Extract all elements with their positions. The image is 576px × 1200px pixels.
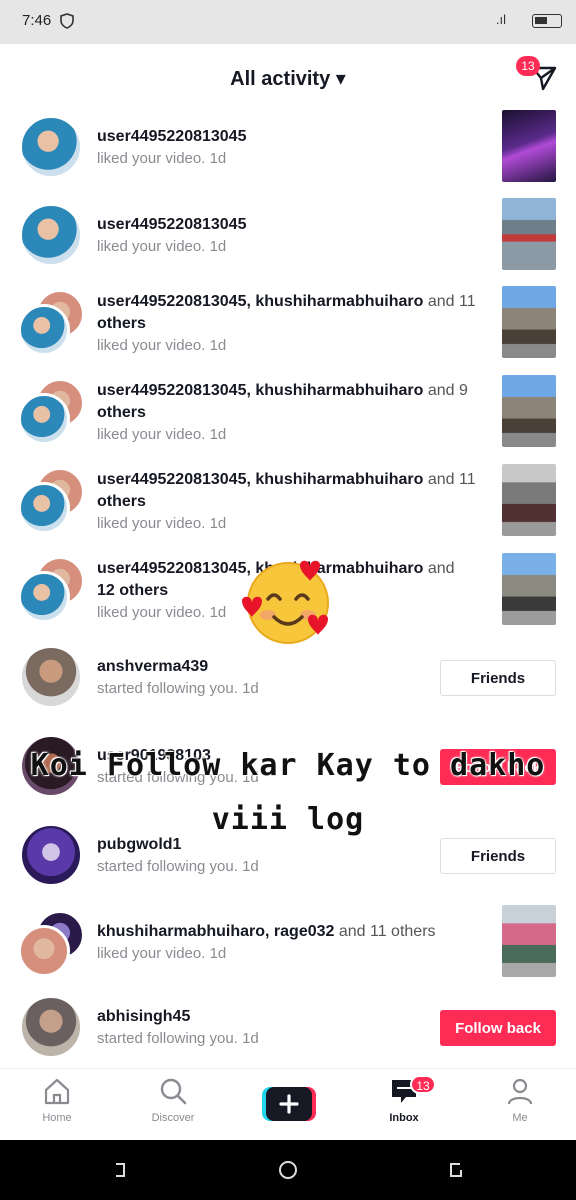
action-text: started following you.	[97, 858, 238, 875]
nav-me-label: Me	[512, 1112, 528, 1124]
dm-badge: 13	[516, 56, 540, 76]
status-bar: 7:46 .ıl	[0, 0, 576, 44]
action-text: liked your video.	[97, 426, 206, 443]
action-text: liked your video.	[97, 150, 206, 167]
overlay-caption-line2: viii log	[211, 802, 365, 837]
avatar[interactable]	[20, 116, 82, 178]
list-item[interactable]: user4495220813045 liked your video. 1d	[0, 110, 576, 198]
time-ago: 1d	[209, 337, 227, 354]
nav-home[interactable]: Home	[17, 1077, 97, 1124]
username[interactable]: khushiharmabhuiharo, rage032	[97, 923, 334, 940]
time-ago: 1d	[209, 150, 227, 167]
action-text: liked your video.	[97, 604, 206, 621]
recents-icon[interactable]	[446, 1160, 466, 1180]
list-item[interactable]: khushiharmabhuiharo, rage032 and 11 othe…	[0, 905, 576, 996]
time-ago: 1d	[209, 945, 227, 962]
system-nav-bar	[0, 1140, 576, 1200]
follow-back-button[interactable]: Follow back	[440, 1010, 556, 1046]
joiner-text: and	[423, 560, 455, 577]
nav-discover[interactable]: Discover	[133, 1077, 213, 1124]
status-time: 7:46	[22, 12, 52, 29]
time-ago: 1d	[242, 680, 259, 697]
username[interactable]: user4495220813045, khushiharmabhuiharo	[97, 471, 423, 488]
nav-discover-label: Discover	[151, 1112, 195, 1124]
time-ago: 1d	[209, 604, 227, 621]
username[interactable]: user4495220813045, khushiharmabhuiharo	[97, 293, 423, 310]
avatar[interactable]	[20, 646, 82, 708]
avatar[interactable]	[20, 996, 82, 1058]
username[interactable]: abhisingh45	[97, 1008, 190, 1025]
action-text: started following you.	[97, 680, 238, 697]
others-link[interactable]: others	[97, 315, 146, 332]
joiner-text: and 11 others	[334, 923, 436, 940]
signal-icon: .ıl	[495, 12, 506, 27]
home-icon	[44, 1078, 70, 1105]
avatar[interactable]	[20, 204, 82, 266]
back-icon[interactable]	[110, 1160, 130, 1180]
overlay-caption-line1: Koi Follow kar Kay to dakho	[30, 748, 546, 783]
home-button-icon[interactable]	[278, 1160, 298, 1180]
joiner-text: and 11	[423, 293, 476, 310]
bottom-nav: Home Discover 13 Inbox Me	[0, 1068, 576, 1140]
nav-inbox-label: Inbox	[389, 1112, 419, 1124]
nav-inbox[interactable]: 13 Inbox	[364, 1075, 444, 1124]
action-text: started following you.	[97, 1030, 238, 1047]
joiner-text: and 9	[423, 382, 468, 399]
nav-home-label: Home	[42, 1112, 72, 1124]
action-text: liked your video.	[97, 945, 206, 962]
action-text: liked your video.	[97, 515, 206, 532]
video-thumbnail[interactable]	[502, 286, 556, 358]
time-ago: 1d	[209, 426, 227, 443]
header: All activity ▾ 13	[0, 44, 576, 110]
avatar[interactable]	[18, 304, 70, 356]
friends-button[interactable]: Friends	[440, 660, 556, 696]
list-item[interactable]: anshverma439 started following you. 1d F…	[0, 642, 576, 731]
video-thumbnail[interactable]	[502, 110, 556, 182]
avatar[interactable]	[18, 482, 70, 534]
search-icon	[160, 1078, 187, 1105]
create-video-button[interactable]	[262, 1087, 316, 1121]
video-thumbnail[interactable]	[502, 198, 556, 270]
shield-icon	[60, 13, 74, 29]
username[interactable]: anshverma439	[97, 658, 208, 675]
profile-icon	[507, 1078, 533, 1105]
others-link[interactable]: 12 others	[97, 582, 168, 599]
joiner-text: and 11	[423, 471, 476, 488]
avatar[interactable]	[18, 925, 70, 977]
inbox-badge: 13	[410, 1075, 436, 1094]
others-link[interactable]: others	[97, 404, 146, 421]
nav-me[interactable]: Me	[480, 1077, 560, 1124]
others-link[interactable]: others	[97, 493, 146, 510]
time-ago: 1d	[209, 515, 227, 532]
time-ago: 1d	[209, 238, 227, 255]
action-text: liked your video.	[97, 238, 206, 255]
username[interactable]: user4495220813045, khushiharmabhuiharo	[97, 382, 423, 399]
friends-button[interactable]: Friends	[440, 838, 556, 874]
list-item[interactable]: user4495220813045, khushiharmabhuiharo a…	[0, 464, 576, 553]
battery-icon	[532, 14, 562, 28]
video-thumbnail[interactable]	[502, 553, 556, 625]
action-text: liked your video.	[97, 337, 206, 354]
time-ago: 1d	[242, 1030, 259, 1047]
username[interactable]: pubgwold1	[97, 836, 181, 853]
video-thumbnail[interactable]	[502, 375, 556, 447]
list-item[interactable]: abhisingh45 started following you. 1d Fo…	[0, 996, 576, 1068]
activity-filter-dropdown[interactable]: All activity ▾	[0, 66, 576, 91]
avatar[interactable]	[18, 393, 70, 445]
username[interactable]: user4495220813045	[97, 216, 246, 233]
video-thumbnail[interactable]	[502, 464, 556, 536]
list-item[interactable]: user4495220813045, khushiharmabhuiharo a…	[0, 286, 576, 375]
username[interactable]: user4495220813045	[97, 128, 246, 145]
avatar[interactable]	[18, 571, 70, 623]
video-thumbnail[interactable]	[502, 905, 556, 977]
time-ago: 1d	[242, 858, 259, 875]
list-item[interactable]: user4495220813045, khushiharmabhuiharo a…	[0, 375, 576, 464]
smiling-face-with-hearts-icon	[242, 560, 329, 644]
list-item[interactable]: user4495220813045 liked your video. 1d	[0, 198, 576, 286]
